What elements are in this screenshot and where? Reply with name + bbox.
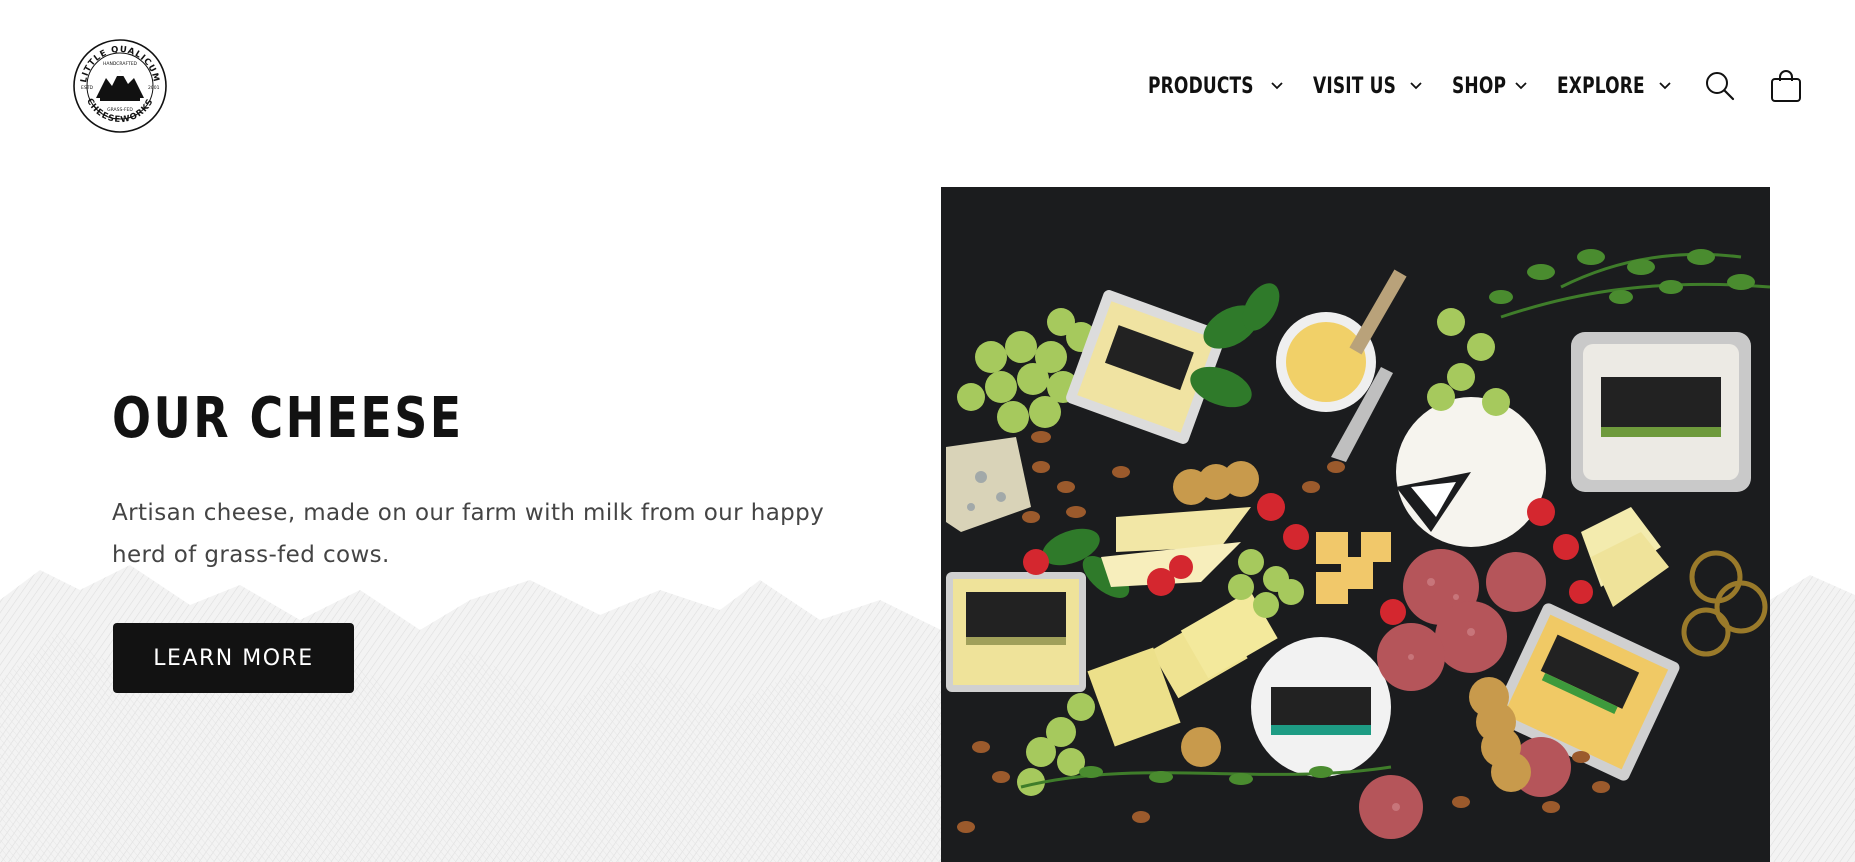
nav-visit-us-label: VISIT US xyxy=(1312,73,1397,99)
main-nav: PRODUCTS VISIT US SHOP EXPLORE xyxy=(1148,66,1673,106)
chevron-down-icon xyxy=(1271,82,1283,90)
site-header: LITTLE QUALICUM CHEESEWORKS HANDCRAFTED … xyxy=(0,0,1855,172)
nav-explore-label: EXPLORE xyxy=(1556,73,1645,99)
page: LITTLE QUALICUM CHEESEWORKS HANDCRAFTED … xyxy=(0,0,1855,862)
nav-explore[interactable]: EXPLORE xyxy=(1557,74,1673,99)
nav-shop-label: SHOP xyxy=(1451,73,1506,99)
svg-text:2001: 2001 xyxy=(148,85,160,91)
cart-button[interactable] xyxy=(1766,66,1806,106)
svg-text:GRASS-FED: GRASS-FED xyxy=(107,107,133,113)
learn-more-button[interactable]: LEARN MORE xyxy=(113,623,354,693)
search-button[interactable] xyxy=(1700,66,1740,106)
svg-text:ESTD: ESTD xyxy=(81,85,93,91)
search-icon xyxy=(1706,72,1735,101)
svg-text:HANDCRAFTED: HANDCRAFTED xyxy=(103,61,138,67)
nav-products[interactable]: PRODUCTS xyxy=(1148,74,1285,99)
hero-image xyxy=(941,187,1770,862)
hero-title: OUR CHEESE xyxy=(112,386,464,451)
chevron-down-icon xyxy=(1409,82,1422,90)
brand-logo[interactable]: LITTLE QUALICUM CHEESEWORKS HANDCRAFTED … xyxy=(72,38,168,134)
cart-icon xyxy=(1771,70,1801,102)
chevron-down-icon xyxy=(1514,82,1527,90)
nav-visit-us[interactable]: VISIT US xyxy=(1313,74,1424,99)
hero-description: Artisan cheese, made on our farm with mi… xyxy=(112,500,825,568)
nav-products-label: PRODUCTS xyxy=(1148,73,1254,99)
nav-shop[interactable]: SHOP xyxy=(1452,74,1529,99)
chevron-down-icon xyxy=(1659,82,1671,90)
